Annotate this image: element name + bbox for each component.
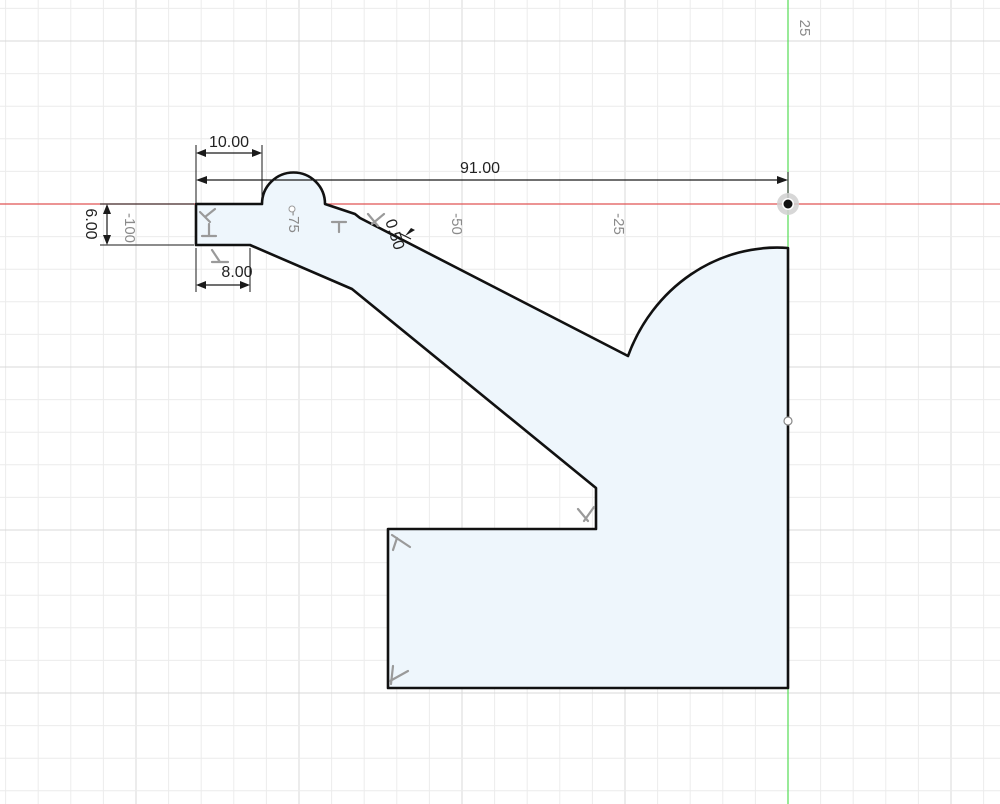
dimension-label: 10.00 (209, 134, 249, 151)
dimension-label: 6.00 (82, 208, 99, 239)
sketch-canvas[interactable]: 91.00 10.00 8.00 6.00 0.50 25 -100 -75 -… (0, 0, 1000, 804)
origin-point-icon[interactable] (777, 193, 799, 215)
axis-label-x-neg100: -100 (121, 213, 138, 243)
perpendicular-constraint-icon[interactable] (210, 248, 230, 264)
midpoint-icon[interactable] (783, 416, 793, 426)
axis-label-y-25: 25 (796, 20, 813, 37)
sketch-profile[interactable] (194, 171, 790, 690)
perpendicular-constraint-icon[interactable] (576, 505, 596, 523)
dimension-label: 91.00 (460, 160, 500, 177)
axis-label-x-neg50: -50 (448, 213, 465, 235)
dimension-label: 8.00 (221, 264, 252, 281)
dimension-lower-flat-width[interactable]: 8.00 (195, 248, 253, 292)
sketch-point[interactable] (288, 205, 296, 213)
axis-label-x-neg25: -25 (610, 213, 627, 235)
dimension-top-flat-width[interactable]: 10.00 (195, 134, 263, 200)
axis-label-x-neg75: -75 (285, 211, 302, 233)
